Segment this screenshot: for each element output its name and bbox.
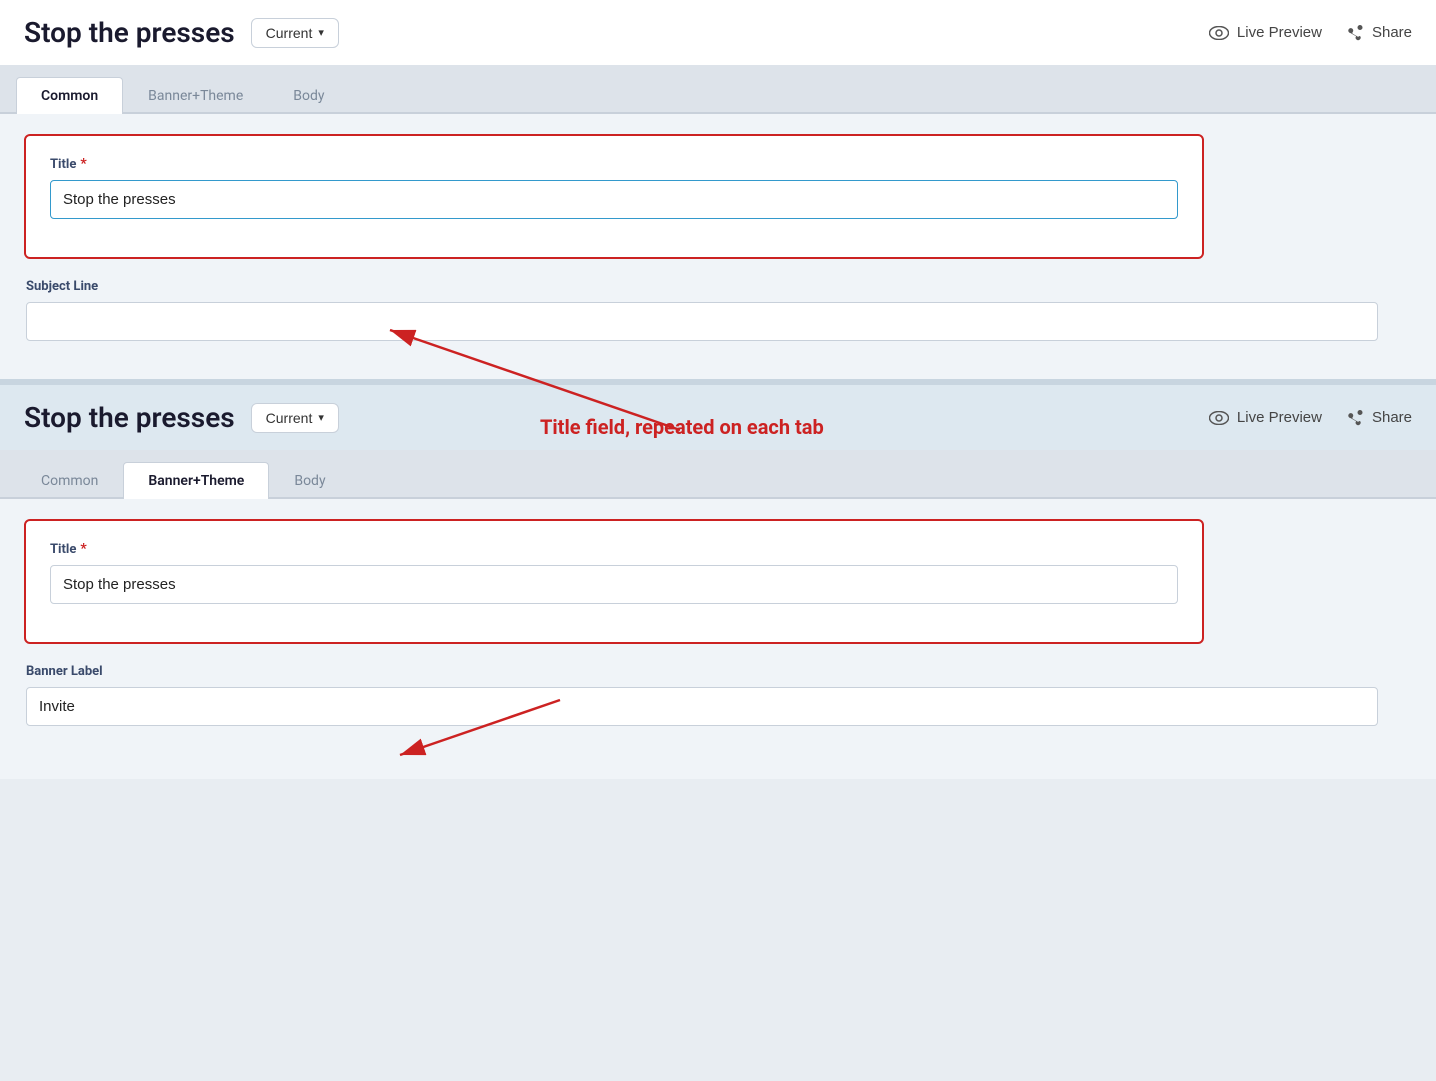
right-edge-bottom: [1398, 519, 1412, 744]
title-input-bottom[interactable]: [50, 565, 1178, 604]
tab-common-bottom[interactable]: Common: [16, 462, 123, 499]
subject-line-group-top: Subject Line: [26, 279, 1378, 341]
share-button-top[interactable]: Share: [1346, 24, 1412, 42]
subject-line-label-top: Subject Line: [26, 279, 1378, 294]
tabs-bar-top: Common Banner+Theme Body: [0, 66, 1436, 114]
tab-common-top[interactable]: Common: [16, 77, 123, 114]
share-button-bottom[interactable]: Share: [1346, 409, 1412, 427]
share-label-bottom: Share: [1372, 409, 1412, 426]
top-panel: Stop the presses Current ▾ Live Preview: [0, 0, 1436, 385]
live-preview-button-bottom[interactable]: Live Preview: [1209, 409, 1322, 426]
tab-banner-theme-bottom[interactable]: Banner+Theme: [123, 462, 269, 499]
share-icon-bottom: [1346, 409, 1364, 427]
dropdown-label-bottom: Current: [266, 410, 313, 426]
banner-label-input-bottom[interactable]: [26, 687, 1378, 726]
header-right-bottom: Live Preview Share: [1209, 409, 1412, 427]
eye-icon-bottom: [1209, 411, 1229, 425]
banner-label-label-bottom: Banner Label: [26, 664, 1378, 679]
title-field-group-top: Title *: [50, 156, 1178, 219]
current-dropdown-bottom[interactable]: Current ▾: [251, 403, 339, 433]
required-star-bottom: *: [80, 541, 86, 557]
bottom-panel: Stop the presses Current ▾ Live Preview: [0, 385, 1436, 779]
tab-banner-theme-top[interactable]: Banner+Theme: [123, 77, 268, 114]
required-star-top: *: [80, 156, 86, 172]
dropdown-label-top: Current: [266, 25, 313, 41]
live-preview-label-bottom: Live Preview: [1237, 409, 1322, 426]
form-area-top: Title * Subject Line: [0, 114, 1436, 379]
title-card-bottom: Title *: [24, 519, 1204, 644]
title-label-top: Title *: [50, 156, 1178, 172]
banner-label-group-bottom: Banner Label: [26, 664, 1378, 726]
share-label-top: Share: [1372, 24, 1412, 41]
tab-body-bottom[interactable]: Body: [269, 462, 350, 499]
tab-body-top[interactable]: Body: [268, 77, 349, 114]
live-preview-label-top: Live Preview: [1237, 24, 1322, 41]
annotation-text: Title field, repeated on each tab: [540, 415, 824, 439]
title-card-top: Title *: [24, 134, 1204, 259]
right-edge-top: [1398, 134, 1412, 359]
title-field-group-bottom: Title *: [50, 541, 1178, 604]
share-icon-top: [1346, 24, 1364, 42]
chevron-down-icon-bottom: ▾: [318, 411, 324, 424]
live-preview-button-top[interactable]: Live Preview: [1209, 24, 1322, 41]
title-label-bottom: Title *: [50, 541, 1178, 557]
eye-icon-top: [1209, 26, 1229, 40]
form-area-bottom: Title * Banner Label: [0, 499, 1436, 779]
page-title-bottom: Stop the presses: [24, 401, 235, 434]
tabs-bar-bottom: Common Banner+Theme Body: [0, 451, 1436, 499]
page-title-top: Stop the presses: [24, 16, 235, 49]
top-header: Stop the presses Current ▾ Live Preview: [0, 0, 1436, 66]
header-right-top: Live Preview Share: [1209, 24, 1412, 42]
subject-line-input-top[interactable]: [26, 302, 1378, 341]
chevron-down-icon: ▾: [318, 26, 324, 39]
title-input-top[interactable]: [50, 180, 1178, 219]
current-dropdown-top[interactable]: Current ▾: [251, 18, 339, 48]
